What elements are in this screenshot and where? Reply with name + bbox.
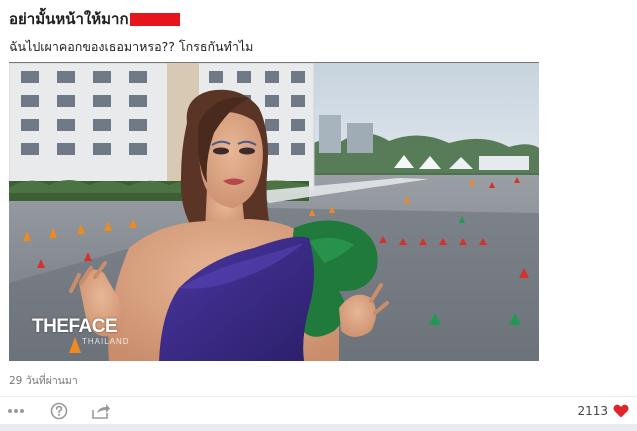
show-watermark: THEFACE	[32, 316, 118, 337]
post-caption: ฉันไปเผาคอกของเธอมาหรอ?? โกรธกันทำไม	[9, 39, 254, 54]
post-card: อย่ามั้นหน้าให้มาก ฉันไปเผาคอกของเธอมาหร…	[0, 0, 637, 431]
like-count: 2113	[577, 404, 608, 418]
post-title-text: อย่ามั้นหน้าให้มาก	[9, 10, 129, 28]
redaction-bar	[129, 12, 180, 26]
question-circle-icon[interactable]	[49, 401, 69, 421]
post-timestamp[interactable]: 29 วันที่ผ่านมา	[9, 372, 78, 389]
post-title: อย่ามั้นหน้าให้มาก	[9, 8, 180, 30]
heart-icon[interactable]	[613, 404, 629, 418]
like-group[interactable]: 2113	[577, 401, 629, 421]
feed-gap	[0, 424, 637, 431]
video-player[interactable]: THEFACE THAILAND	[9, 63, 539, 361]
share-arrow-icon[interactable]	[91, 401, 111, 421]
more-dots-icon[interactable]	[6, 401, 26, 421]
show-watermark-sub: THAILAND	[82, 337, 130, 346]
post-action-bar: 2113	[0, 396, 637, 424]
